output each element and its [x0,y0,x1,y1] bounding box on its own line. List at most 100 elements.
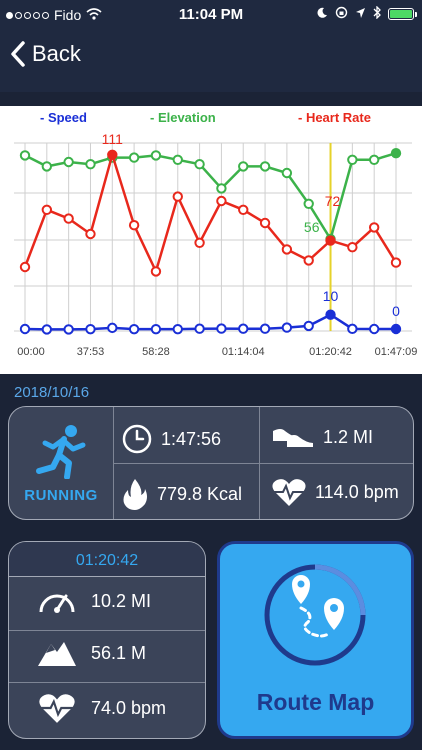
duration-value: 1:47:56 [161,428,222,449]
flame-icon [123,479,147,510]
data-point [238,323,249,334]
speedometer-icon [39,594,75,613]
distance-value: 1.2 MI [323,426,374,447]
battery-icon [388,8,417,20]
x-tick-label: 58:28 [142,346,170,358]
session-summary-card: RUNNING 1:47:56 1.2 MI 779.8 Kcal 114.0 … [8,406,414,520]
data-point [259,217,271,229]
divider [9,682,205,683]
data-point [347,154,358,165]
point-elevation-row: 56.1 M [37,638,146,668]
data-point [281,322,293,333]
data-point [303,320,314,332]
data-point [107,322,118,334]
mountain-icon [38,642,76,666]
bluetooth-icon [373,5,381,22]
data-point [390,148,402,159]
data-point [41,161,53,172]
data-point [194,237,205,249]
metrics-chart[interactable]: - Speed - Elevation - Heart Rate 111 72 56 10 0… [0,106,422,374]
data-point [172,154,183,165]
data-label-heart-rate-point: 72 [325,193,341,209]
x-tick-label: 00:00 [17,346,45,358]
route-map-button[interactable]: Route Map [217,541,414,739]
activity-type: RUNNING [9,407,113,519]
data-point [281,244,293,255]
data-point [303,198,314,210]
data-point [238,161,249,172]
data-point [150,150,162,161]
data-point [85,323,96,335]
point-heart-rate-row: 74.0 bpm [37,692,166,724]
shoes-icon [273,429,313,447]
data-label-speed-end: 0 [392,303,400,319]
heart-pulse-icon [272,479,306,506]
legend-label: - Heart Rate [298,110,371,125]
clock-icon [122,424,152,454]
data-point [390,257,402,268]
data-point [368,222,380,233]
distance-metric: 1.2 MI [271,423,373,451]
duration-metric: 1:47:56 [121,423,221,455]
data-point [259,161,271,172]
divider [9,576,205,577]
data-point [172,191,183,202]
data-point [194,323,205,334]
calories-value: 779.8 Kcal [157,483,243,504]
data-point [63,213,74,224]
data-point [303,255,314,266]
data-point [216,323,227,334]
data-point [85,228,96,240]
point-speed-value: 10.2 MI [91,590,152,611]
data-point [281,167,293,179]
data-point [390,323,402,335]
data-label-speed-point: 10 [323,288,339,304]
data-label-elevation-point: 56 [304,219,320,235]
data-point [347,242,358,253]
data-point [325,235,336,246]
activity-label: RUNNING [24,487,98,504]
data-point [19,323,31,335]
legend-label: - Elevation [150,110,216,125]
rotation-lock-icon [335,6,348,22]
data-point [368,154,380,165]
back-button[interactable]: Back [10,40,81,68]
data-point [150,323,162,335]
divider [113,463,413,464]
back-chevron-icon [11,41,25,67]
data-point [259,323,271,334]
x-tick-label: 01:47:09 [375,346,418,358]
point-detail-card: 01:20:42 10.2 MI 56.1 M 74.0 bpm [8,541,206,739]
avg-heart-rate-value: 114.0 bpm [315,481,399,502]
series-line [23,150,398,275]
divider [9,630,205,631]
data-point [128,323,140,335]
data-label-heart-rate-max: 111 [102,131,123,147]
data-point [128,152,140,163]
data-point [128,220,140,231]
heart-pulse-icon [39,694,75,723]
metrics-chart-svg: - Speed - Elevation - Heart Rate 111 72 56 10 0… [14,110,418,358]
moon-icon [316,7,328,22]
data-point [325,309,336,320]
x-tick-label: 01:20:42 [309,346,352,358]
status-right [316,5,417,22]
data-point [85,159,96,170]
point-elevation-value: 56.1 M [91,642,147,663]
data-point [19,150,31,161]
data-point [216,183,227,194]
route-map-icon [264,564,366,666]
data-point [347,323,358,335]
runner-icon [36,425,86,479]
data-point [41,324,53,335]
point-time: 01:20:42 [9,542,205,576]
nav-bar: Back [0,30,422,92]
data-point [238,204,249,216]
location-icon [355,7,366,22]
data-point [216,195,227,207]
back-label: Back [32,41,81,66]
point-speed-row: 10.2 MI [37,586,151,616]
status-bar: Fido 11:04 PM [0,0,422,30]
data-point [63,324,74,335]
data-point [107,149,118,160]
